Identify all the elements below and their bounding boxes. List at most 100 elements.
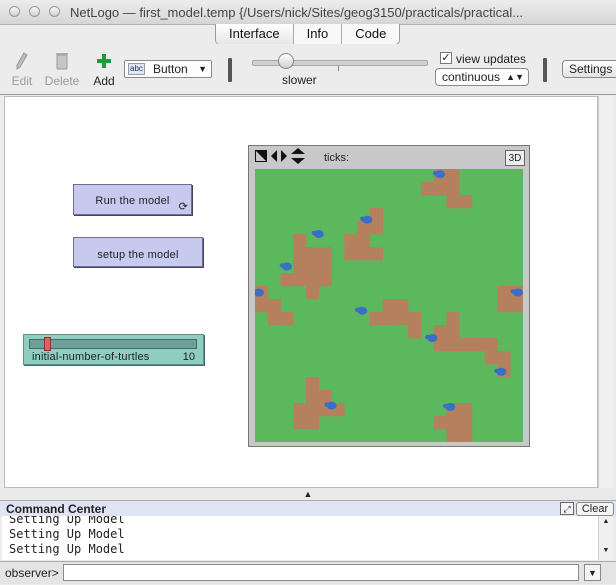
panel-splitter[interactable]: ▲ (0, 488, 616, 500)
brown-patch (446, 169, 460, 183)
pencil-icon (1, 52, 43, 72)
brown-patch (280, 273, 294, 287)
toolbar-divider (228, 58, 232, 82)
brown-patch (446, 429, 460, 442)
brown-patch (446, 195, 460, 209)
brown-patch (318, 273, 332, 287)
output-line: Setting Up Model (9, 527, 125, 541)
command-input[interactable] (63, 564, 579, 581)
brown-patch (497, 351, 511, 365)
clear-button[interactable]: Clear (576, 502, 614, 516)
view-updates-checkbox[interactable]: ✓ (440, 52, 452, 64)
caret-up-icon: ▲ (303, 489, 313, 499)
edit-button[interactable]: Edit (1, 52, 43, 88)
view-control-bar: ticks: 3D (249, 146, 529, 168)
brown-patch (382, 299, 396, 313)
brown-patch (471, 338, 486, 352)
brown-patch (459, 195, 473, 209)
widget-type-value: Button (153, 62, 188, 76)
slider-track[interactable] (29, 339, 197, 349)
tab-info[interactable]: Info (292, 24, 342, 44)
brown-patch (306, 403, 320, 417)
brown-patch (446, 416, 460, 430)
world-grid[interactable] (255, 169, 523, 442)
brown-patch (433, 182, 447, 196)
initial-turtles-slider[interactable]: initial-number-of-turtles 10 (23, 334, 204, 365)
up-down-arrows-icon: ▲▼ (506, 72, 524, 82)
history-dropdown-button[interactable]: ▼ (584, 564, 601, 581)
brown-patch (408, 312, 422, 326)
brown-patch (433, 416, 447, 430)
brown-patch (293, 273, 307, 287)
window-title: NetLogo — first_model.temp {/Users/nick/… (70, 5, 524, 20)
output-line: Setting Up Model (9, 516, 125, 526)
toolbar-divider (543, 58, 547, 82)
close-window-icon[interactable] (9, 6, 20, 17)
brown-patch (484, 338, 498, 352)
add-button[interactable]: Add (83, 52, 125, 88)
speed-slider-tick (338, 66, 339, 71)
delete-label: Delete (44, 74, 80, 88)
output-line: Setting Up Model (9, 542, 125, 556)
command-output[interactable]: Setting Up Model Setting Up Model Settin… (2, 516, 598, 560)
resize-vertical-icon[interactable] (291, 148, 305, 168)
plus-icon (83, 52, 125, 72)
update-mode-select[interactable]: continuous ▲▼ (435, 68, 529, 86)
brown-patch (344, 247, 358, 261)
setup-model-button[interactable]: setup the model (73, 237, 203, 267)
brown-patch (306, 286, 320, 300)
view-updates-label: view updates (456, 52, 527, 66)
minimize-window-icon[interactable] (29, 6, 40, 17)
brown-patch (369, 221, 383, 235)
brown-patch (446, 182, 460, 196)
widget-type-tag: abc (128, 63, 145, 75)
command-center-header: Command Center ⤢ Clear (0, 500, 616, 517)
brown-patch (344, 234, 358, 248)
trash-icon (41, 52, 83, 72)
arrow-up-icon: ▲ (602, 518, 610, 525)
brown-patch (497, 286, 511, 300)
brown-patch (267, 299, 281, 313)
speed-slider-thumb[interactable] (278, 53, 294, 69)
update-mode-value: continuous (442, 70, 501, 84)
brown-patch (484, 351, 498, 365)
delete-button[interactable]: Delete (41, 52, 83, 88)
edit-label: Edit (11, 74, 33, 88)
brown-patch (510, 299, 523, 313)
tab-interface[interactable]: Interface (216, 24, 293, 44)
settings-button[interactable]: Settings (562, 60, 616, 78)
zoom-window-icon[interactable] (49, 6, 60, 17)
slider-thumb[interactable] (44, 337, 51, 351)
brown-patch (318, 390, 332, 404)
brown-patch (306, 260, 320, 274)
toolbar: Edit Delete Add abc Button ▼ slower ✓ vi… (0, 44, 616, 95)
forever-icon: ⟳ (178, 201, 188, 213)
brown-patch (255, 299, 269, 313)
brown-patch (369, 247, 383, 261)
brown-patch (459, 338, 473, 352)
brown-patch (293, 234, 307, 248)
run-model-button[interactable]: Run the model ⟳ (73, 184, 192, 215)
brown-patch (318, 247, 332, 261)
brown-patch (293, 260, 307, 274)
brown-patch (293, 247, 307, 261)
tab-bar: Interface Info Code (215, 24, 401, 45)
three-d-button[interactable]: 3D (505, 150, 525, 166)
expand-icon[interactable]: ⤢ (560, 502, 574, 515)
brown-patch (267, 312, 281, 326)
widget-type-select[interactable]: abc Button ▼ (124, 60, 212, 78)
brown-patch (306, 390, 320, 404)
brown-patch (459, 403, 473, 417)
shape-toggle-icon[interactable] (255, 148, 267, 166)
brown-patch (306, 247, 320, 261)
resize-horizontal-icon[interactable] (271, 148, 287, 166)
interface-scrollbar[interactable] (598, 96, 613, 488)
brown-patch (357, 247, 371, 261)
command-output-scrollbar[interactable]: ▲ ▼ (598, 516, 613, 560)
ticks-label: ticks: (324, 152, 350, 164)
brown-patch (446, 338, 460, 352)
brown-patch (357, 234, 371, 248)
speed-label: slower (282, 73, 317, 87)
tab-code[interactable]: Code (341, 24, 399, 44)
brown-patch (459, 416, 473, 430)
